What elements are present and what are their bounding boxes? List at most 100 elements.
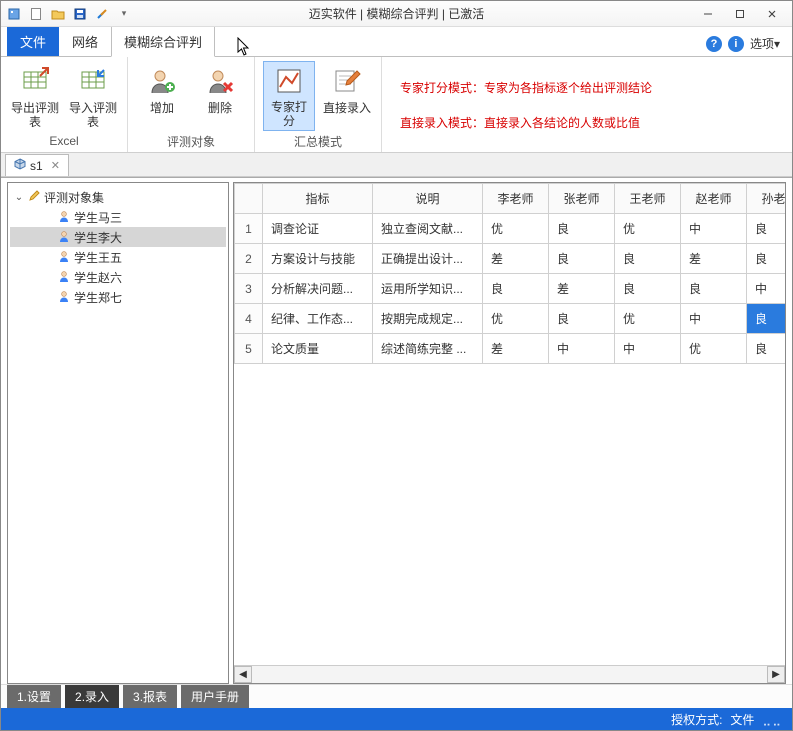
grade-cell-active[interactable]: 良▼: [747, 304, 786, 334]
table-row: 4纪律、工作态...按期完成规定...优良优中良▼: [235, 304, 786, 334]
menu-fuzzy[interactable]: 模糊综合评判: [111, 25, 215, 57]
open-icon[interactable]: [49, 5, 67, 23]
import-label: 导入评测表: [69, 101, 117, 129]
grade-cell[interactable]: 差: [483, 334, 549, 364]
tree-root-label: 评测对象集: [44, 189, 104, 206]
save-icon[interactable]: [71, 5, 89, 23]
tree-node[interactable]: 学生马三: [10, 207, 226, 227]
grade-cell[interactable]: 优: [483, 304, 549, 334]
grade-cell[interactable]: 差: [549, 274, 615, 304]
scroll-right-icon[interactable]: ▶: [767, 666, 785, 683]
bottom-tab[interactable]: 用户手册: [181, 685, 249, 708]
help-icon[interactable]: ?: [706, 36, 722, 52]
ribbon-group-mode: 专家打分 直接录入 汇总模式: [255, 57, 382, 152]
menu-network[interactable]: 网络: [59, 25, 111, 56]
close-tab-icon[interactable]: ✕: [51, 159, 60, 172]
person-icon: [58, 210, 70, 225]
column-header[interactable]: 张老师: [549, 184, 615, 214]
grade-cell[interactable]: 优: [615, 214, 681, 244]
add-person-icon: [146, 65, 178, 97]
grade-cell[interactable]: 良: [549, 214, 615, 244]
tree-node[interactable]: 学生赵六: [10, 267, 226, 287]
tree-node[interactable]: 学生李大: [10, 227, 226, 247]
grade-cell[interactable]: 中: [615, 334, 681, 364]
menu-file[interactable]: 文件: [7, 25, 59, 56]
grade-cell[interactable]: 优: [681, 334, 747, 364]
info-icon[interactable]: i: [728, 36, 744, 52]
tools-icon[interactable]: [93, 5, 111, 23]
close-button[interactable]: [756, 4, 788, 24]
options-menu[interactable]: 选项▾: [750, 35, 780, 52]
qat-dropdown-icon[interactable]: ▾: [115, 5, 133, 23]
new-icon[interactable]: [27, 5, 45, 23]
resize-grip-icon[interactable]: ⣀⣀: [762, 712, 782, 726]
document-tab-s1[interactable]: s1 ✕: [5, 154, 69, 176]
grade-cell[interactable]: 良: [747, 214, 786, 244]
add-button[interactable]: 增加: [136, 61, 188, 131]
export-table-button[interactable]: 导出评测表: [9, 61, 61, 131]
grade-cell[interactable]: 良: [615, 274, 681, 304]
chart-icon: [273, 66, 305, 96]
menu-row: 文件 网络 模糊综合评判 ? i 选项▾: [1, 27, 792, 57]
auth-label: 授权方式:: [671, 711, 722, 728]
grade-cell[interactable]: 良: [549, 244, 615, 274]
grade-cell[interactable]: 优: [615, 304, 681, 334]
grade-cell[interactable]: 独立查阅文献...: [373, 214, 483, 244]
direct-input-button[interactable]: 直接录入: [321, 61, 373, 131]
horizontal-scrollbar[interactable]: ◀ ▶: [234, 665, 785, 683]
grade-cell[interactable]: 优: [483, 214, 549, 244]
bottom-tab[interactable]: 3.报表: [123, 685, 177, 708]
tree-node[interactable]: 学生王五: [10, 247, 226, 267]
pencil-icon: [28, 190, 40, 205]
grade-cell[interactable]: 中: [681, 214, 747, 244]
scroll-track[interactable]: [252, 666, 767, 683]
column-header[interactable]: 孙老师: [747, 184, 786, 214]
titlebar: ▾ 迈实软件 | 模糊综合评判 | 已激活: [1, 1, 792, 27]
delete-button[interactable]: 删除: [194, 61, 246, 131]
grade-cell[interactable]: 按期完成规定...: [373, 304, 483, 334]
column-header[interactable]: 李老师: [483, 184, 549, 214]
column-header[interactable]: 说明: [373, 184, 483, 214]
group-name-subject: 评测对象: [167, 131, 215, 152]
expert-score-button[interactable]: 专家打分: [263, 61, 315, 131]
grade-cell[interactable]: 差: [483, 244, 549, 274]
table-wrap: 指标说明李老师张老师王老师赵老师孙老师 1调查论证独立查阅文献...优良优中良2…: [234, 183, 785, 665]
grade-cell[interactable]: 中: [549, 334, 615, 364]
grade-cell[interactable]: 分析解决问题...: [263, 274, 373, 304]
grade-cell[interactable]: 差: [681, 244, 747, 274]
grade-cell[interactable]: 纪律、工作态...: [263, 304, 373, 334]
column-header[interactable]: 王老师: [615, 184, 681, 214]
table-row: 5论文质量综述简练完整 ...差中中优良: [235, 334, 786, 364]
grade-cell[interactable]: 良: [747, 244, 786, 274]
sidebar-tree: ⌄ 评测对象集 学生马三学生李大学生王五学生赵六学生郑七: [7, 182, 229, 684]
grade-cell[interactable]: 调查论证: [263, 214, 373, 244]
grade-cell[interactable]: 良: [549, 304, 615, 334]
expert-label: 专家打分: [266, 100, 312, 128]
minimize-button[interactable]: [692, 4, 724, 24]
tree-node[interactable]: 学生郑七: [10, 287, 226, 307]
scroll-left-icon[interactable]: ◀: [234, 666, 252, 683]
grade-cell[interactable]: 良: [615, 244, 681, 274]
tree-root[interactable]: ⌄ 评测对象集: [10, 187, 226, 207]
row-number: 2: [235, 244, 263, 274]
import-table-button[interactable]: 导入评测表: [67, 61, 119, 131]
grade-cell[interactable]: 中: [681, 304, 747, 334]
grade-cell[interactable]: 良: [681, 274, 747, 304]
maximize-button[interactable]: [724, 4, 756, 24]
grade-cell[interactable]: 良: [747, 334, 786, 364]
export-label: 导出评测表: [11, 101, 59, 129]
grade-cell[interactable]: 运用所学知识...: [373, 274, 483, 304]
expand-icon[interactable]: ⌄: [14, 192, 24, 203]
bottom-tab[interactable]: 1.设置: [7, 685, 61, 708]
grade-cell[interactable]: 正确提出设计...: [373, 244, 483, 274]
grade-cell[interactable]: 综述简练完整 ...: [373, 334, 483, 364]
ribbon-info: 专家打分模式：专家为各指标逐个给出评测结论 直接录入模式：直接录入各结论的人数或…: [382, 57, 792, 152]
bottom-tab[interactable]: 2.录入: [65, 685, 119, 708]
grade-cell[interactable]: 方案设计与技能: [263, 244, 373, 274]
grade-cell[interactable]: 良: [483, 274, 549, 304]
column-header[interactable]: 赵老师: [681, 184, 747, 214]
row-number: 4: [235, 304, 263, 334]
grade-cell[interactable]: 论文质量: [263, 334, 373, 364]
grade-cell[interactable]: 中: [747, 274, 786, 304]
column-header[interactable]: 指标: [263, 184, 373, 214]
